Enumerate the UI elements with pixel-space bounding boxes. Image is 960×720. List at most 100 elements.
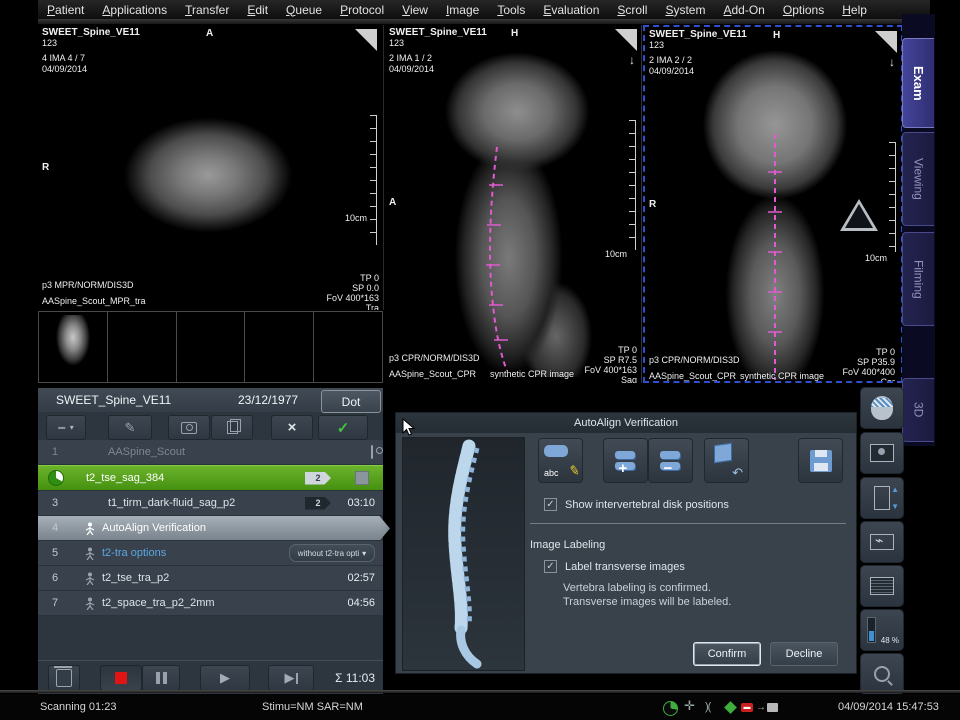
view-mode-dropdown[interactable]: ▬ ▾	[46, 415, 86, 440]
thumbnail-2[interactable]	[108, 311, 177, 383]
menu-patient[interactable]: Patient	[38, 3, 93, 17]
remove-disk-button[interactable]: −	[648, 438, 693, 483]
patient-frame-icon	[870, 444, 894, 462]
pencil-icon: ✎	[125, 420, 136, 436]
decline-button[interactable]: Decline	[770, 642, 838, 666]
viewport-sagittal[interactable]: SWEET_Spine_VE11 123 2 IMA 1 / 2 04/09/2…	[385, 25, 642, 383]
orientation-left-marker: A	[389, 197, 396, 208]
scroll-down-arrow-icon[interactable]: ↓	[889, 55, 895, 69]
thumbnail-spine-image	[51, 315, 91, 379]
menu-scroll[interactable]: Scroll	[608, 3, 656, 17]
thumbnail-1[interactable]	[38, 311, 108, 383]
queue-row-t2-tse-tra[interactable]: 6 t2_tse_tra_p2 02:57	[38, 566, 383, 591]
tab-viewing[interactable]: Viewing	[902, 132, 934, 226]
physio-display-button[interactable]	[860, 521, 904, 563]
pencil-icon: ✎	[568, 462, 582, 480]
tab-filming[interactable]: Filming	[902, 232, 934, 326]
dot-button[interactable]: Dot	[321, 390, 381, 413]
add-disk-button[interactable]: +	[603, 438, 648, 483]
menu-applications[interactable]: Applications	[93, 3, 176, 17]
menu-system[interactable]: System	[656, 3, 714, 17]
queue-toolbar: ▬ ▾ ✎ × ✓	[38, 413, 383, 440]
plane-overlay: Cor	[880, 377, 895, 383]
patient-view-button[interactable]	[860, 432, 904, 474]
queue-row-t1-tirm[interactable]: 3 t1_tirm_dark-fluid_sag_p2 2 03:10	[38, 491, 383, 516]
menu-bar: Patient Applications Transfer Edit Queue…	[38, 0, 930, 19]
tab-exam[interactable]: Exam	[902, 38, 934, 128]
plane-overlay: Tra	[366, 303, 379, 310]
label-transverse-row: ✓ Label transverse images	[544, 560, 685, 573]
queue-row-t2-tse-sag[interactable]: t2_tse_sag_384 2	[38, 465, 383, 491]
label-transverse-checkbox[interactable]: ✓	[544, 560, 557, 573]
task-card-tabs: Exam Viewing Filming 3D	[902, 14, 935, 446]
scroll-down-arrow-icon[interactable]: ↓	[629, 53, 635, 67]
t2-tra-options-dropdown[interactable]: without t2-tra opti ▾	[289, 544, 375, 562]
queue-row-t2-tra-options[interactable]: 5 t2-tra options without t2-tra opti ▾	[38, 541, 383, 566]
queue-row-aaspine-scout[interactable]: 1 AASpine_Scout	[38, 440, 383, 465]
queue-row-t2-space-tra[interactable]: 7 t2_space_tra_p2_2mm 04:56	[38, 591, 383, 616]
confirm-button[interactable]: Confirm	[693, 642, 761, 666]
camera-button[interactable]	[168, 415, 210, 440]
protocol-display-button[interactable]	[860, 565, 904, 607]
edit-labels-button[interactable]: abc ✎	[538, 438, 583, 483]
patient-name-overlay: SWEET_Spine_VE11	[389, 27, 487, 38]
menu-protocol[interactable]: Protocol	[331, 3, 393, 17]
caret-down-icon: ▾	[70, 423, 74, 432]
menu-addon[interactable]: Add-On	[714, 3, 773, 17]
stimulation-status: Stimu=NM SAR=NM	[262, 701, 363, 713]
thumbnail-4[interactable]	[245, 311, 314, 383]
viewport-axial[interactable]: SWEET_Spine_VE11 123 4 IMA 4 / 7 04/09/2…	[38, 25, 384, 310]
vertebra-icon: −	[658, 450, 684, 472]
show-disk-positions-checkbox[interactable]: ✓	[544, 498, 557, 511]
dialog-title: AutoAlign Verification	[396, 413, 856, 433]
stop-button[interactable]	[100, 665, 142, 691]
skip-button[interactable]: ▶	[268, 665, 314, 691]
pause-button[interactable]	[142, 665, 180, 691]
play-button[interactable]: ▶	[200, 665, 250, 691]
cancel-step-button[interactable]: ×	[271, 415, 313, 440]
thumbnail-5[interactable]	[314, 311, 383, 383]
menu-queue[interactable]: Queue	[277, 3, 331, 17]
copy-button[interactable]	[211, 415, 253, 440]
discard-button[interactable]	[48, 665, 80, 691]
menu-transfer[interactable]: Transfer	[176, 3, 238, 17]
exam-progress-button[interactable]: 48 %	[860, 609, 904, 651]
spine-model-panel[interactable]	[402, 437, 525, 671]
menu-evaluation[interactable]: Evaluation	[534, 3, 608, 17]
save-button[interactable]	[798, 438, 843, 483]
image-corner-marker-icon	[875, 31, 897, 53]
caret-down-icon: ▾	[362, 549, 366, 558]
timer-pie-icon	[663, 701, 678, 716]
step-name: t1_tirm_dark-fluid_sag_p2	[108, 497, 235, 509]
progress-level-icon: 48 %	[867, 617, 897, 643]
menu-help[interactable]: Help	[833, 3, 876, 17]
apply-step-button[interactable]: ✓	[318, 415, 368, 440]
syngo-mr-application: Patient Applications Transfer Edit Queue…	[0, 0, 960, 720]
patient-id-overlay: 123	[649, 40, 664, 51]
tab-3d[interactable]: 3D	[902, 378, 934, 442]
queue-row-autoalign-verification[interactable]: 4 AutoAlign Verification	[38, 516, 390, 541]
running-clock-icon	[48, 470, 64, 486]
menu-view[interactable]: View	[393, 3, 437, 17]
step-name: AASpine_Scout	[108, 446, 185, 458]
menu-image[interactable]: Image	[437, 3, 488, 17]
protocol-lines-icon	[870, 577, 894, 595]
orientation-top-marker: H	[773, 30, 780, 41]
transfer-arrow-icon: →	[756, 702, 766, 713]
stop-icon	[115, 672, 127, 684]
system-datetime: 04/09/2014 15:47:53	[838, 701, 939, 713]
reset-orientation-button[interactable]: ↶	[704, 438, 749, 483]
table-position-button[interactable]	[860, 477, 904, 519]
checkbox-label: Label transverse images	[565, 561, 685, 573]
coil-position-button[interactable]	[860, 387, 904, 429]
spine-model-graphic	[403, 438, 524, 670]
disk-icon	[767, 703, 778, 712]
menu-tools[interactable]: Tools	[488, 3, 534, 17]
viewport-coronal-selected[interactable]: SWEET_Spine_VE11 123 2 IMA 2 / 2 04/09/2…	[643, 25, 903, 383]
thumbnail-3[interactable]	[177, 311, 246, 383]
search-button[interactable]	[860, 653, 904, 695]
processing-overlay: p3 CPR/NORM/DIS3D	[649, 355, 740, 366]
edit-protocol-button[interactable]: ✎	[108, 415, 152, 440]
menu-options[interactable]: Options	[774, 3, 833, 17]
menu-edit[interactable]: Edit	[238, 3, 277, 17]
